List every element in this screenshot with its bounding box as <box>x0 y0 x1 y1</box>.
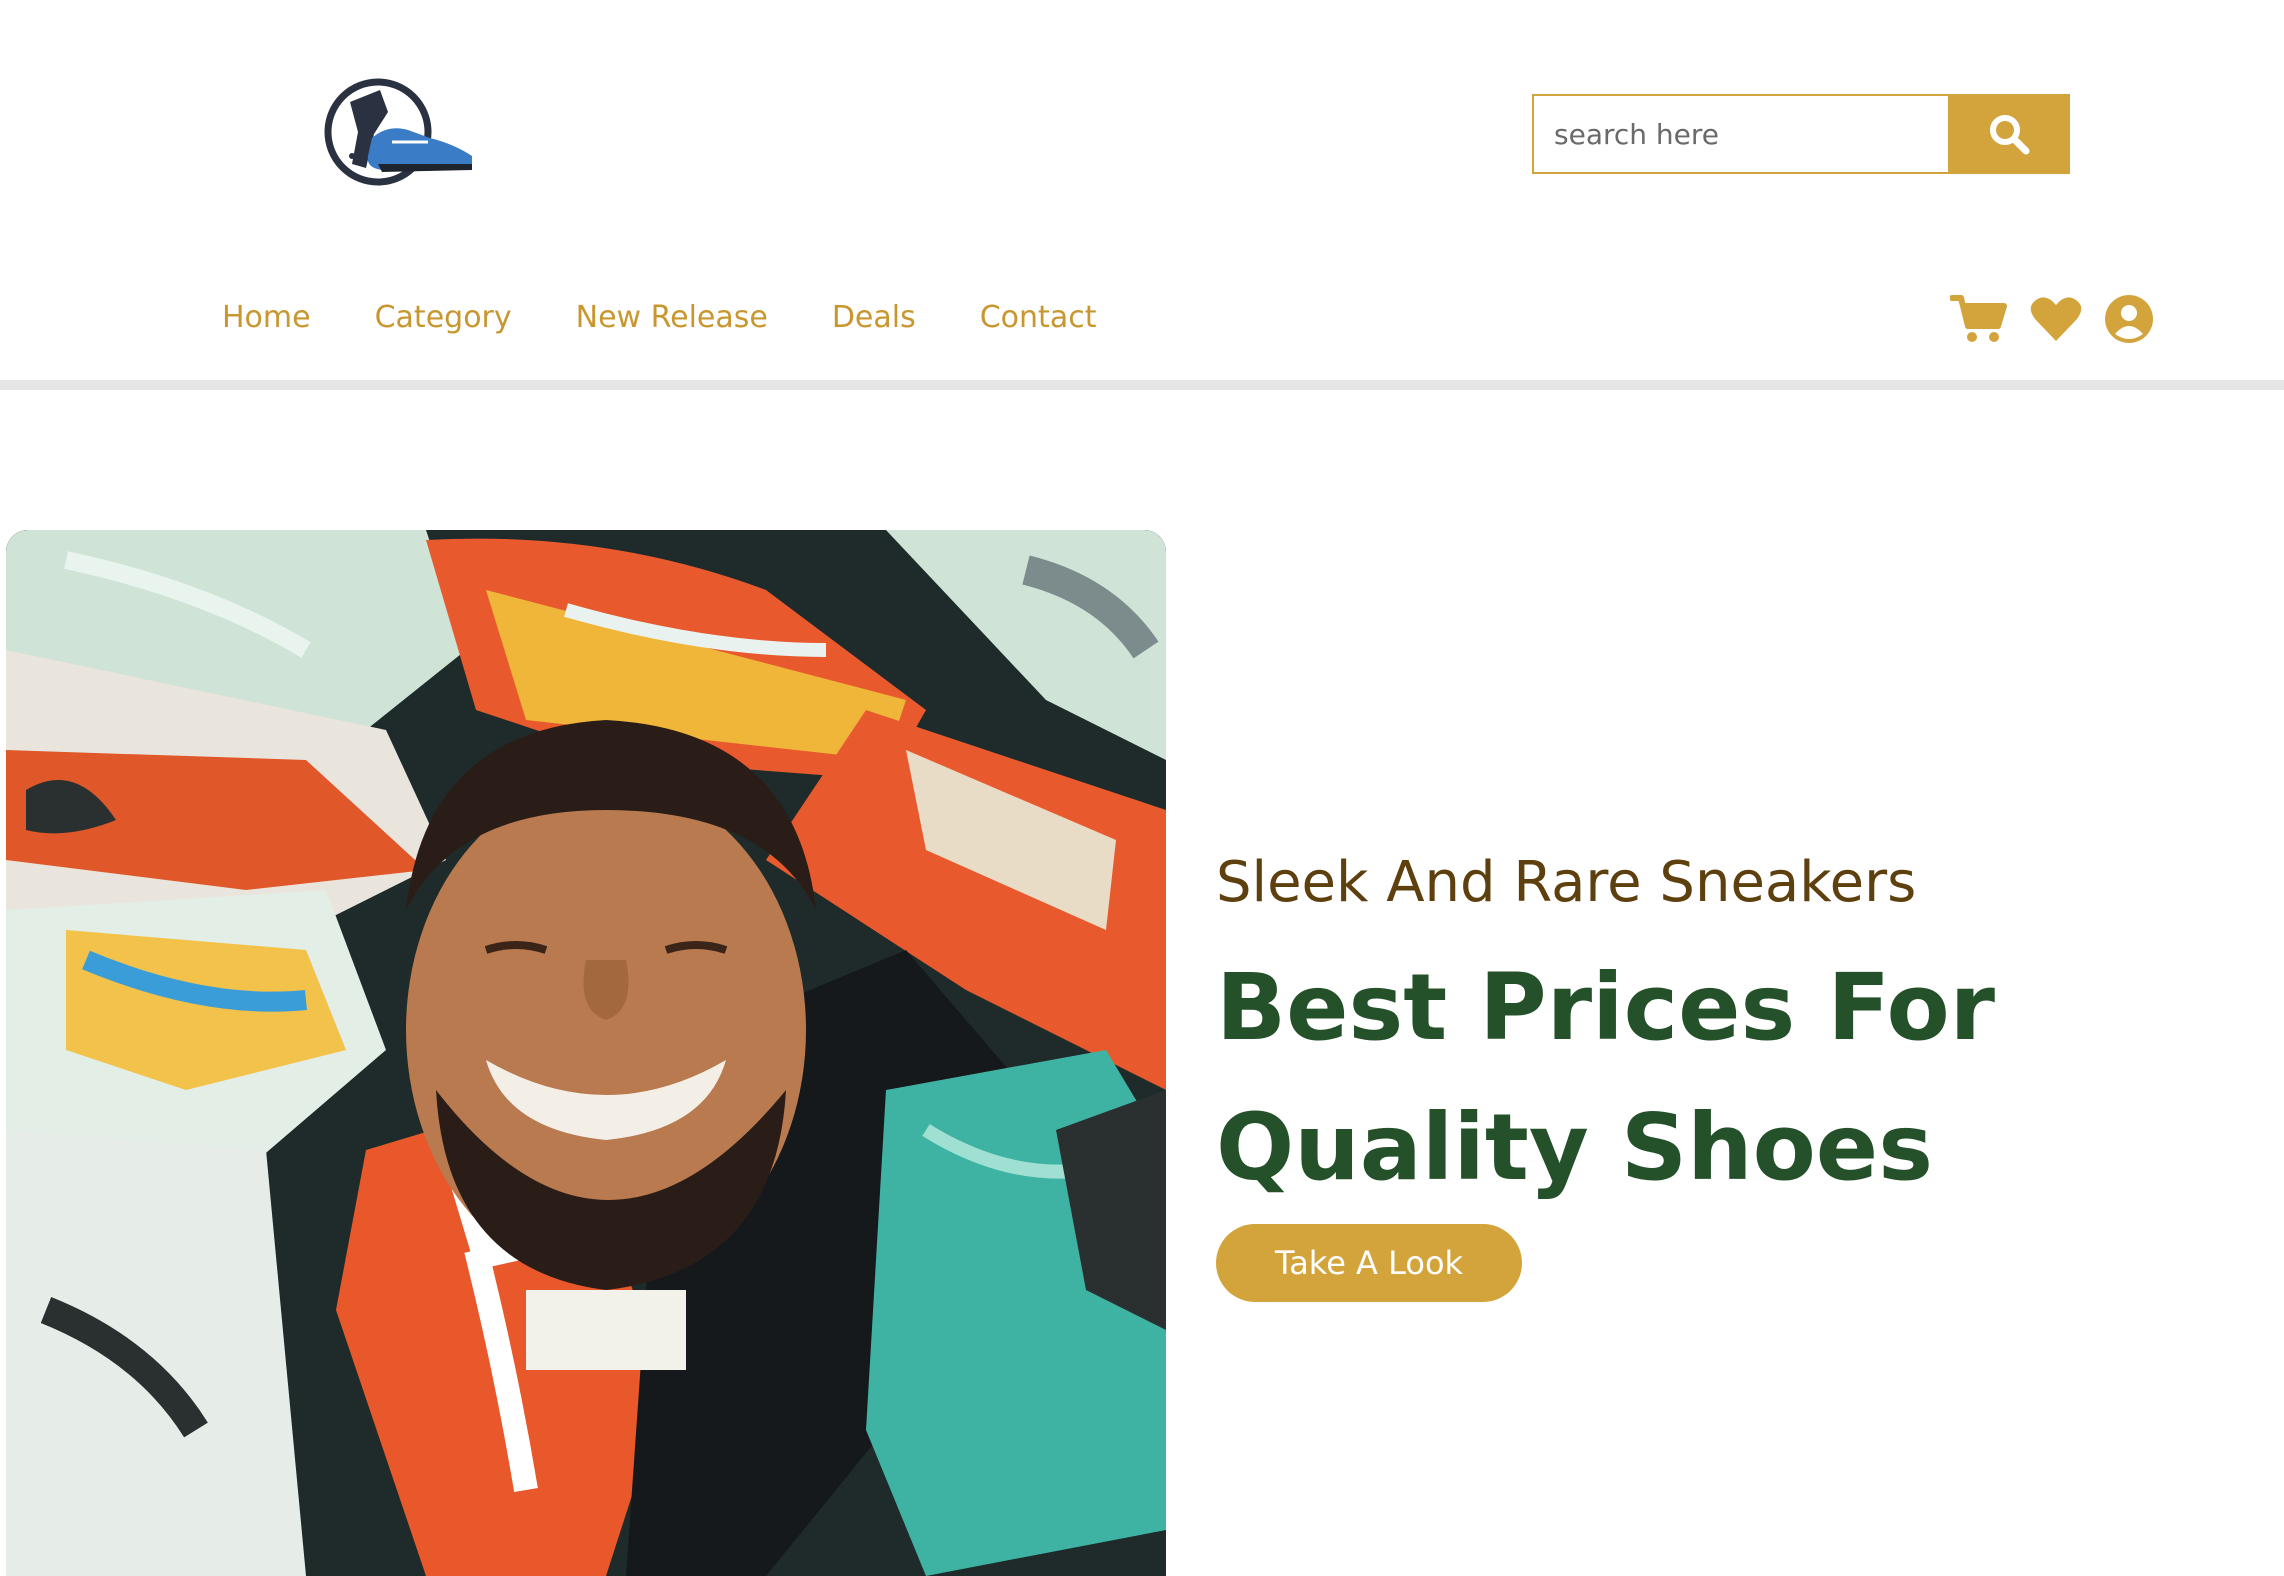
hero-title: Best Prices For Quality Shoes <box>1216 954 1996 1201</box>
take-a-look-button[interactable]: Take A Look <box>1216 1224 1522 1302</box>
nav-deals[interactable]: Deals <box>832 300 916 335</box>
nav-new-release[interactable]: New Release <box>576 300 768 335</box>
heart-icon[interactable] <box>2030 295 2082 343</box>
nav-home[interactable]: Home <box>222 300 311 335</box>
site-header: Home Category New Release Deals Contact <box>0 0 2284 343</box>
search-icon <box>1990 115 2030 155</box>
site-logo[interactable] <box>322 72 482 192</box>
hero-image <box>6 530 1166 1576</box>
search-bar <box>1532 94 2070 174</box>
nav-contact[interactable]: Contact <box>980 300 1097 335</box>
nav-icons <box>1950 294 2154 344</box>
header-divider <box>0 380 2284 390</box>
main-nav: Home Category New Release Deals Contact <box>222 300 1160 335</box>
user-icon[interactable] <box>2104 294 2154 344</box>
cart-icon[interactable] <box>1950 294 2008 344</box>
hero-subtitle: Sleek And Rare Sneakers <box>1216 850 1917 915</box>
nav-category[interactable]: Category <box>375 300 512 335</box>
search-button[interactable] <box>1948 94 2070 174</box>
smiling-man-among-sneakers-photo <box>6 530 1166 1576</box>
sneaker-logo-icon <box>324 78 472 186</box>
search-input[interactable] <box>1532 94 1948 174</box>
